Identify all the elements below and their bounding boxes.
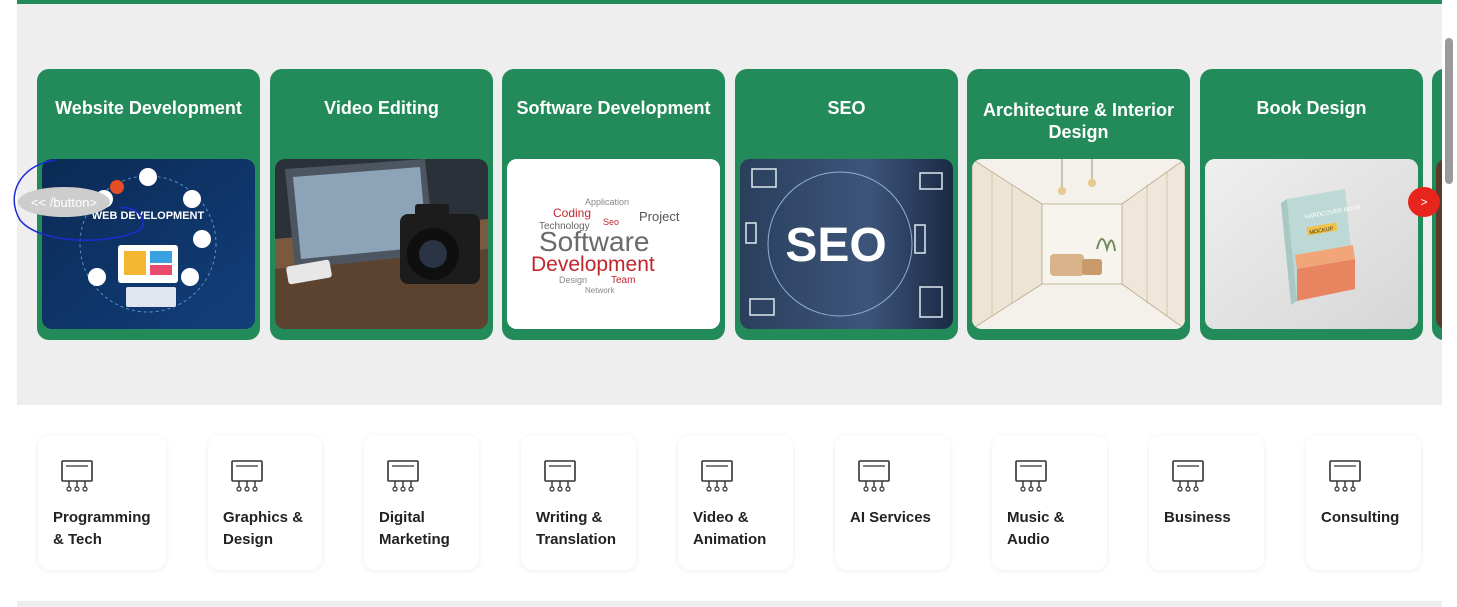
category-graphics-design[interactable]: Graphics & Design	[208, 435, 322, 570]
category-music-audio[interactable]: Music & Audio	[992, 435, 1107, 570]
word-network: Network	[585, 286, 615, 295]
card-title: SEO	[827, 98, 866, 118]
monitor-icon	[387, 460, 419, 492]
category-label: Music & Audio	[1007, 509, 1065, 548]
carousel-next-button[interactable]: >	[1408, 187, 1440, 217]
category-ai-services[interactable]: AI Services	[835, 435, 950, 570]
card-seo[interactable]: SEO SEO	[735, 69, 958, 340]
card-architecture-interior-design[interactable]: Architecture & Interior Design	[967, 69, 1190, 340]
monitor-icon	[61, 460, 93, 492]
category-label: Programming & Tech	[53, 509, 151, 548]
card-title: Book Design	[1256, 98, 1367, 118]
monitor-icon	[544, 460, 576, 492]
word-design: Design	[559, 275, 587, 285]
monitor-icon	[231, 460, 263, 492]
card-image-book-mockup: HARDCOVER BOOK MOCKUP	[1205, 159, 1418, 329]
word-coding: Coding	[553, 206, 591, 220]
card-image-seo: SEO	[740, 159, 953, 329]
category-row: Programming & Tech Graphics & Design Dig…	[17, 405, 1442, 601]
category-video-animation[interactable]: Video & Animation	[678, 435, 793, 570]
category-consulting[interactable]: Consulting	[1306, 435, 1421, 570]
category-programming-tech[interactable]: Programming & Tech	[38, 435, 166, 570]
card-image-video-editing	[275, 159, 488, 329]
category-label: Writing & Translation	[536, 509, 617, 548]
word-development: Development	[531, 253, 655, 276]
category-digital-marketing[interactable]: Digital Marketing	[364, 435, 479, 570]
category-label: Digital Marketing	[379, 509, 450, 548]
monitor-icon	[701, 460, 733, 492]
card-image-partial	[1436, 159, 1442, 329]
card-book-design[interactable]: Book Design HARDCOVER BOOK MOCKUP	[1200, 69, 1423, 340]
word-seo: Seo	[603, 217, 619, 227]
seo-overlay-text: SEO	[785, 219, 886, 272]
monitor-icon	[1172, 460, 1204, 492]
category-business[interactable]: Business	[1149, 435, 1264, 570]
card-software-development[interactable]: Software Development Application Coding …	[502, 69, 725, 340]
card-title: Software Development	[516, 98, 711, 118]
page-scrollbar-thumb[interactable]	[1445, 38, 1453, 184]
category-label: AI Services	[850, 509, 931, 526]
category-label: Video & Animation	[693, 509, 767, 548]
category-label: Graphics & Design	[223, 509, 304, 548]
word-team: Team	[611, 275, 635, 286]
category-writing-translation[interactable]: Writing & Translation	[521, 435, 636, 570]
monitor-icon	[858, 460, 890, 492]
bottom-section-edge	[17, 601, 1442, 607]
carousel-prev-button[interactable]: << /button>	[18, 187, 110, 217]
card-video-editing[interactable]: Video Editing	[270, 69, 493, 340]
category-label: Consulting	[1321, 509, 1400, 526]
word-application: Application	[585, 197, 629, 207]
category-label: Business	[1164, 509, 1231, 526]
service-carousel: Website Development WEB DEVELOPMENT Vide…	[17, 4, 1442, 405]
monitor-icon	[1015, 460, 1047, 492]
card-title: Website Development	[55, 98, 242, 118]
card-image-software-word-cloud: Application Coding Project Technology So…	[507, 159, 720, 329]
word-project: Project	[639, 209, 680, 224]
card-image-interior-sketch	[972, 159, 1185, 329]
card-title: Architecture & Interior Design	[982, 100, 1175, 142]
monitor-icon	[1329, 460, 1361, 492]
card-title: Video Editing	[324, 98, 439, 118]
